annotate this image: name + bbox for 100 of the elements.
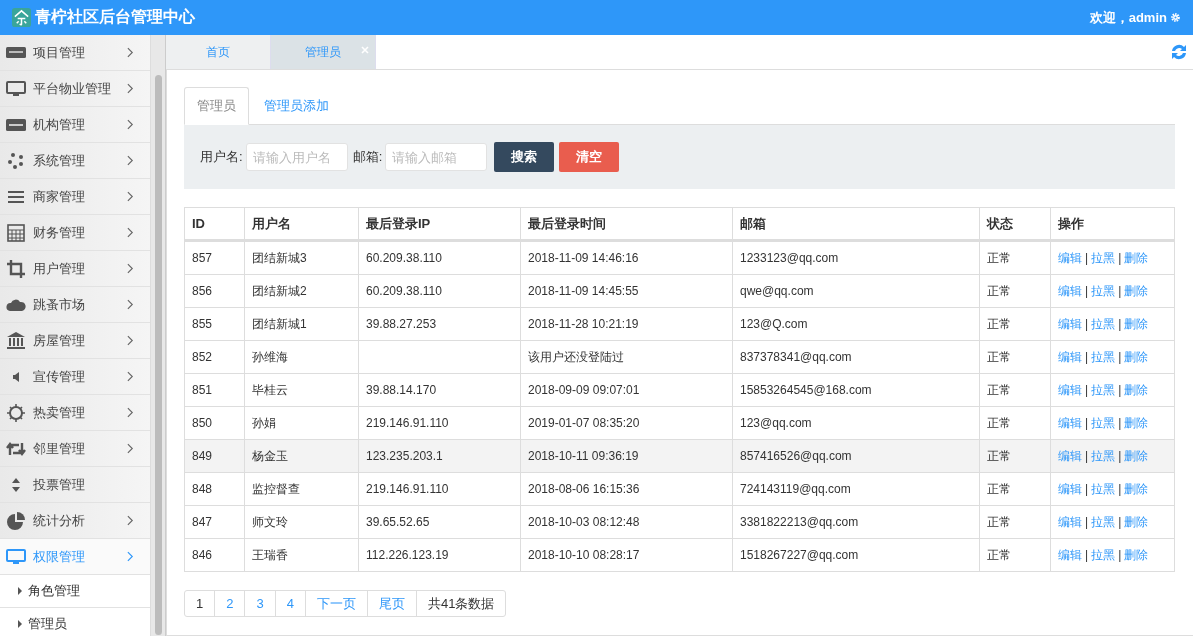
table-cell: 837378341@qq.com bbox=[732, 340, 980, 374]
action-link[interactable]: 拉黑 bbox=[1091, 415, 1116, 430]
chevron-icon bbox=[127, 83, 134, 94]
action-link[interactable]: 删除 bbox=[1124, 316, 1149, 331]
table-cell: 孙维海 bbox=[244, 340, 359, 374]
action-link[interactable]: 编辑 bbox=[1058, 283, 1082, 298]
action-link[interactable]: 拉黑 bbox=[1091, 514, 1116, 529]
refresh-icon[interactable] bbox=[1169, 42, 1189, 62]
action-link[interactable]: 编辑 bbox=[1058, 415, 1082, 430]
action-link[interactable]: 拉黑 bbox=[1091, 250, 1116, 265]
chevron-icon bbox=[127, 155, 134, 166]
chevron-icon bbox=[127, 191, 134, 202]
table-cell: 851 bbox=[184, 373, 245, 407]
sidebar-item[interactable]: 用户管理 bbox=[0, 251, 150, 287]
action-link[interactable]: 拉黑 bbox=[1091, 481, 1116, 496]
sidebar-item[interactable]: 权限管理 bbox=[0, 539, 150, 575]
action-link[interactable]: 编辑 bbox=[1058, 547, 1082, 562]
table-cell: 监控督查 bbox=[244, 472, 359, 506]
sidebar-item[interactable]: 房屋管理 bbox=[0, 323, 150, 359]
action-link[interactable]: 编辑 bbox=[1058, 514, 1082, 529]
action-link[interactable]: 拉黑 bbox=[1091, 448, 1116, 463]
table-cell: 15853264545@168.com bbox=[732, 373, 980, 407]
action-link[interactable]: 编辑 bbox=[1058, 382, 1082, 397]
action-link[interactable]: 删除 bbox=[1124, 481, 1149, 496]
action-link[interactable]: 拉黑 bbox=[1091, 382, 1116, 397]
sidebar-item[interactable]: 系统管理 bbox=[0, 143, 150, 179]
separator: | bbox=[1118, 448, 1122, 463]
sidebar-item[interactable]: 邻里管理 bbox=[0, 431, 150, 467]
page-link[interactable]: 4 bbox=[274, 591, 305, 616]
table-cell: 848 bbox=[184, 472, 245, 506]
action-link[interactable]: 删除 bbox=[1124, 349, 1149, 364]
flower-icon bbox=[6, 150, 26, 171]
table-cell: 123@Q.com bbox=[732, 307, 980, 341]
sidebar-item[interactable]: 平台物业管理 bbox=[0, 71, 150, 107]
action-link[interactable]: 编辑 bbox=[1058, 250, 1082, 265]
sidebar-item[interactable]: 热卖管理 bbox=[0, 395, 150, 431]
table-cell: 724143119@qq.com bbox=[732, 472, 980, 506]
submenu-item[interactable]: 角色管理 bbox=[0, 575, 150, 608]
page-link[interactable]: 3 bbox=[244, 591, 275, 616]
input-field[interactable]: 请输入邮箱 bbox=[385, 143, 488, 171]
settings-icon[interactable] bbox=[1170, 12, 1181, 23]
action-link[interactable]: 拉黑 bbox=[1091, 349, 1116, 364]
column-header: 最后登录IP bbox=[358, 207, 521, 241]
page-tab[interactable]: 管理员 bbox=[271, 35, 376, 69]
chevron-icon bbox=[127, 119, 134, 130]
action-link[interactable]: 编辑 bbox=[1058, 349, 1082, 364]
table-cell: 849 bbox=[184, 439, 245, 473]
separator: | bbox=[1085, 283, 1089, 298]
action-link[interactable]: 删除 bbox=[1124, 250, 1149, 265]
action-link[interactable]: 编辑 bbox=[1058, 448, 1082, 463]
submenu-item[interactable]: 管理员 bbox=[0, 608, 150, 636]
table-cell: 孙娟 bbox=[244, 406, 359, 440]
action-link[interactable]: 编辑 bbox=[1058, 481, 1082, 496]
sidebar-item[interactable]: 跳蚤市场 bbox=[0, 287, 150, 323]
monitor-icon bbox=[6, 78, 26, 99]
last-page-link[interactable]: 尾页 bbox=[366, 591, 416, 616]
page-tab[interactable]: 首页 bbox=[166, 35, 271, 69]
search-button[interactable]: 搜索 bbox=[494, 142, 555, 172]
input-field[interactable]: 请输入用户名 bbox=[245, 143, 348, 171]
action-link[interactable]: 拉黑 bbox=[1091, 316, 1116, 331]
tab[interactable]: 管理员 bbox=[184, 87, 249, 125]
action-link[interactable]: 删除 bbox=[1124, 547, 1149, 562]
separator: | bbox=[1118, 283, 1122, 298]
logo-icon bbox=[12, 8, 31, 27]
page-link[interactable]: 1 bbox=[185, 591, 215, 616]
separator: | bbox=[1085, 448, 1089, 463]
sidebar-item[interactable]: 投票管理 bbox=[0, 467, 150, 503]
action-link[interactable]: 删除 bbox=[1124, 448, 1149, 463]
total-count: 共41条数据 bbox=[415, 591, 506, 616]
action-link[interactable]: 拉黑 bbox=[1091, 283, 1116, 298]
next-page-link[interactable]: 下一页 bbox=[304, 591, 367, 616]
sidebar-item[interactable]: 统计分析 bbox=[0, 503, 150, 539]
table-cell: 2018-08-06 16:15:36 bbox=[520, 472, 733, 506]
chevron-icon bbox=[127, 227, 134, 238]
chevron-icon bbox=[127, 299, 134, 310]
action-link[interactable]: 删除 bbox=[1124, 415, 1149, 430]
sidebar-item[interactable]: 机构管理 bbox=[0, 107, 150, 143]
sidebar-item[interactable]: 宣传管理 bbox=[0, 359, 150, 395]
separator: | bbox=[1085, 514, 1089, 529]
action-link[interactable]: 删除 bbox=[1124, 382, 1149, 397]
table-cell: 正常 bbox=[979, 406, 1051, 440]
action-link[interactable]: 删除 bbox=[1124, 283, 1149, 298]
chevron-icon bbox=[127, 47, 134, 58]
action-link[interactable]: 删除 bbox=[1124, 514, 1149, 529]
column-header: 邮箱 bbox=[732, 207, 980, 241]
table-cell: 846 bbox=[184, 538, 245, 572]
table-cell: 219.146.91.110 bbox=[358, 472, 521, 506]
page-link[interactable]: 2 bbox=[214, 591, 245, 616]
sidebar-item[interactable]: 项目管理 bbox=[0, 35, 150, 71]
table-cell: 2019-01-07 08:35:20 bbox=[520, 406, 733, 440]
action-link[interactable]: 编辑 bbox=[1058, 316, 1082, 331]
sidebar-item[interactable]: 财务管理 bbox=[0, 215, 150, 251]
table-cell: 杨金玉 bbox=[244, 439, 359, 473]
table-cell: qwe@qq.com bbox=[732, 274, 980, 308]
chevron-icon bbox=[127, 443, 134, 454]
clear-button[interactable]: 清空 bbox=[559, 142, 620, 172]
tab[interactable]: 管理员添加 bbox=[251, 87, 342, 125]
table-cell: 团结新城3 bbox=[244, 240, 359, 275]
sidebar-item[interactable]: 商家管理 bbox=[0, 179, 150, 215]
action-link[interactable]: 拉黑 bbox=[1091, 547, 1116, 562]
